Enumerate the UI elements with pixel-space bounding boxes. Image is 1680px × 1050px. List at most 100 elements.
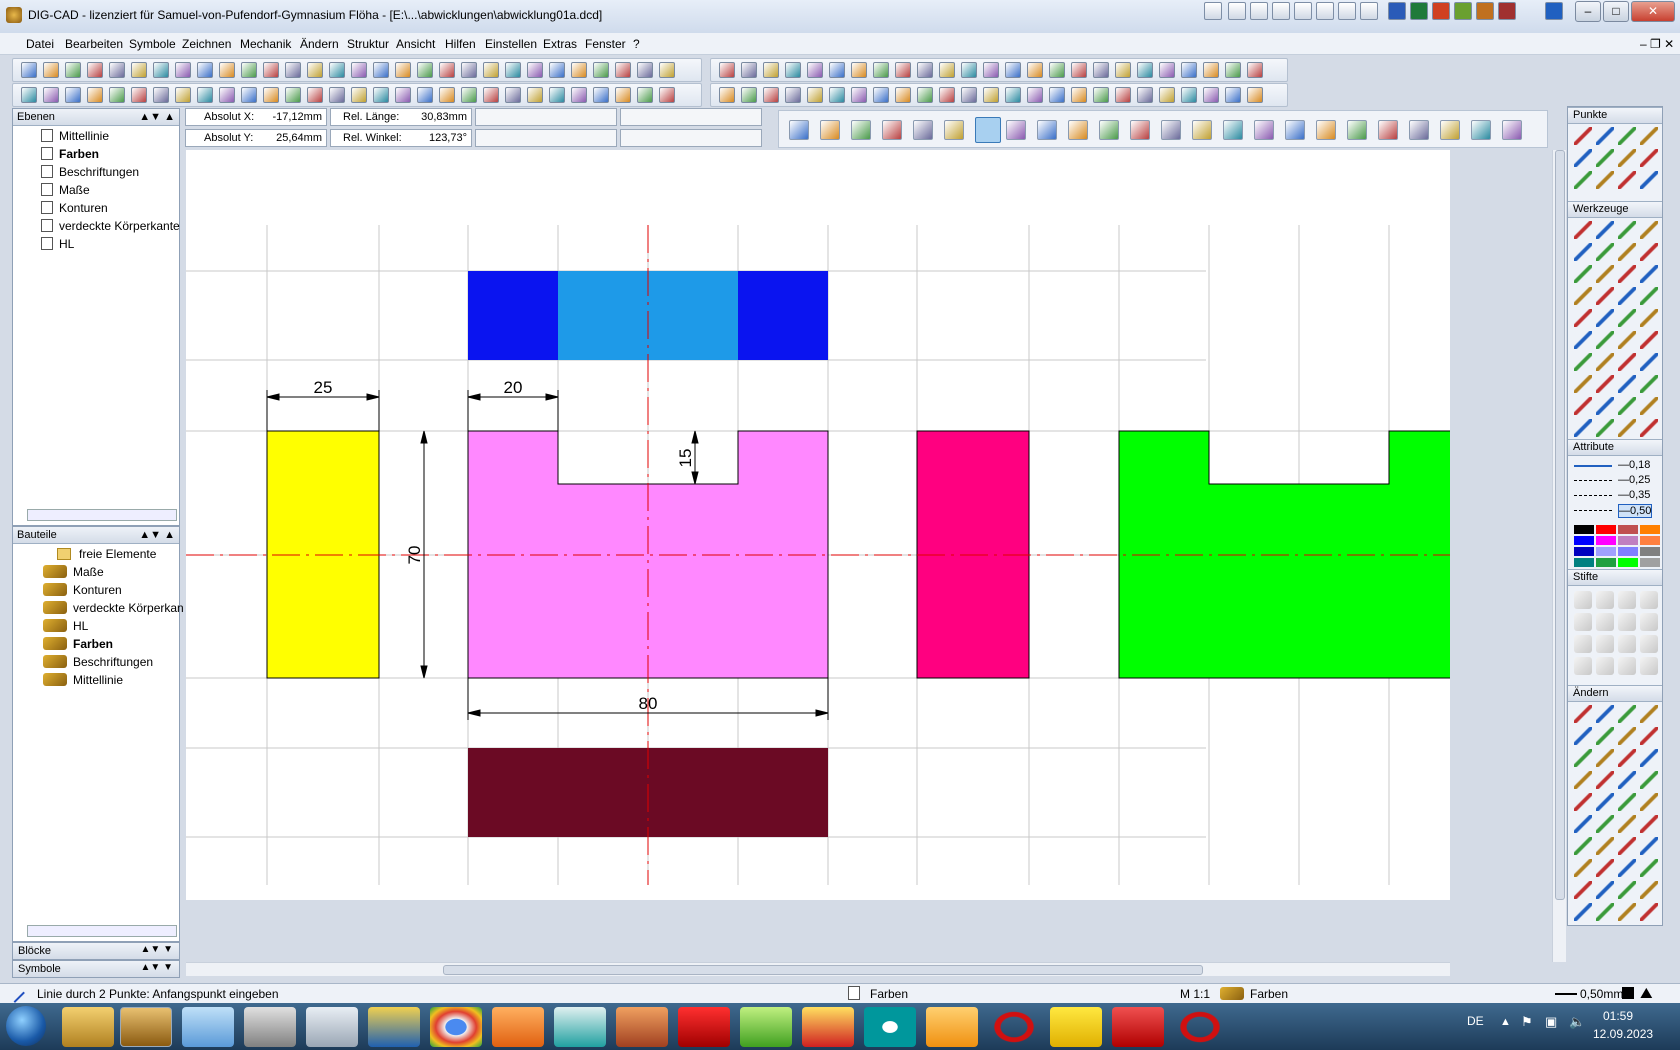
part-item[interactable]: freie Elemente — [43, 547, 156, 561]
tool-icon[interactable] — [1596, 353, 1614, 371]
tool-icon[interactable] — [1640, 793, 1658, 811]
toolbar-button[interactable] — [659, 62, 675, 78]
toolbar-button[interactable] — [395, 87, 411, 103]
line-style-option[interactable] — [1574, 465, 1612, 467]
drawing-tool-button[interactable] — [789, 120, 809, 140]
toolbar-button[interactable] — [1049, 62, 1065, 78]
color-swatch[interactable] — [1640, 558, 1660, 567]
tool-icon[interactable] — [1574, 171, 1592, 189]
tool-icon[interactable] — [1596, 793, 1614, 811]
menu-hilfen[interactable]: Hilfen — [445, 37, 476, 51]
taskbar-app-17[interactable] — [1050, 1007, 1102, 1047]
menu-symbole[interactable]: Symbole — [129, 37, 176, 51]
tool-icon[interactable] — [1574, 815, 1592, 833]
color-swatch[interactable] — [1640, 536, 1660, 545]
toolbar-button[interactable] — [1049, 87, 1065, 103]
toolbar-button[interactable] — [741, 62, 757, 78]
toolbar-button[interactable] — [785, 62, 801, 78]
menu-einstellen[interactable]: Einstellen — [485, 37, 537, 51]
part-item[interactable]: Konturen — [43, 583, 122, 597]
taskbar-acrobat[interactable] — [1112, 1007, 1164, 1047]
tool-icon[interactable] — [1596, 727, 1614, 745]
color-swatch[interactable] — [1618, 525, 1638, 534]
part-item[interactable]: Farben — [43, 637, 113, 651]
drawing-tool-button[interactable] — [1316, 120, 1336, 140]
tool-icon[interactable] — [1618, 837, 1636, 855]
toolbar-button[interactable] — [109, 87, 125, 103]
canvas-hscroll[interactable] — [186, 962, 1450, 976]
tool-icon[interactable] — [1596, 149, 1614, 167]
access-icon[interactable] — [1432, 2, 1450, 20]
parts-hscroll[interactable] — [27, 925, 177, 937]
symbole-panel[interactable]: Symbole ▲▼ ▼ — [12, 960, 180, 978]
drawing-canvas[interactable]: 25 20 15 70 80 — [186, 150, 1480, 900]
tool-icon[interactable] — [1618, 331, 1636, 349]
color-swatch[interactable] — [1574, 525, 1594, 534]
bloecke-panel[interactable]: Blöcke ▲▼ ▼ — [12, 942, 180, 960]
excel-icon[interactable] — [1410, 2, 1428, 20]
tool-icon[interactable] — [1574, 903, 1592, 921]
canvas-hscroll-thumb[interactable] — [443, 965, 1203, 975]
color-swatch[interactable] — [1618, 547, 1638, 556]
toolbar-button[interactable] — [1247, 87, 1263, 103]
tool-icon[interactable] — [1596, 375, 1614, 393]
toolbar-button[interactable] — [329, 87, 345, 103]
toolbar-button[interactable] — [241, 62, 257, 78]
color-swatch[interactable] — [1640, 525, 1660, 534]
canvas-vscroll[interactable] — [1552, 150, 1566, 962]
tool-icon[interactable] — [1574, 771, 1592, 789]
tray-icon-5[interactable] — [1316, 2, 1334, 20]
tool-icon[interactable] — [1640, 149, 1658, 167]
color-swatch[interactable] — [1596, 536, 1616, 545]
toolbar-button[interactable] — [505, 62, 521, 78]
tool-icon[interactable] — [1618, 149, 1636, 167]
drawing-tool-button[interactable] — [1037, 120, 1057, 140]
toolbar-button[interactable] — [719, 62, 735, 78]
taskbar-arduino[interactable] — [864, 1007, 916, 1047]
word-icon[interactable] — [1388, 2, 1406, 20]
taskbar-app-6[interactable] — [368, 1007, 420, 1047]
tray-icon-11[interactable] — [1545, 2, 1563, 20]
toolbar-button[interactable] — [175, 87, 191, 103]
punkte-header[interactable]: Punkte — [1568, 107, 1662, 124]
toolbar-button[interactable] — [549, 62, 565, 78]
toolbar-button[interactable] — [307, 87, 323, 103]
toolbar-button[interactable] — [741, 87, 757, 103]
toolbar-button[interactable] — [1115, 62, 1131, 78]
toolbar-button[interactable] — [483, 62, 499, 78]
clock-time[interactable]: 01:59 — [1603, 1009, 1633, 1023]
toolbar-button[interactable] — [439, 87, 455, 103]
pen-slot-icon[interactable] — [1574, 591, 1592, 609]
tool-icon[interactable] — [1596, 287, 1614, 305]
tool-icon[interactable] — [1596, 397, 1614, 415]
tool-icon[interactable] — [1596, 221, 1614, 239]
tool-icon[interactable] — [1640, 221, 1658, 239]
taskbar-digcad[interactable] — [120, 1007, 172, 1047]
toolbar-button[interactable] — [439, 62, 455, 78]
toolbar-button[interactable] — [917, 87, 933, 103]
toolbar-button[interactable] — [961, 62, 977, 78]
toolbar-button[interactable] — [961, 87, 977, 103]
color-swatch[interactable] — [1640, 547, 1660, 556]
tool-icon[interactable] — [1618, 265, 1636, 283]
tool-icon[interactable] — [1574, 837, 1592, 855]
drawing-tool-button[interactable] — [944, 120, 964, 140]
drawing-tool-button[interactable] — [1192, 120, 1212, 140]
toolbar-button[interactable] — [43, 87, 59, 103]
stifte-header[interactable]: Stifte — [1568, 569, 1662, 586]
toolbar-button[interactable] — [571, 62, 587, 78]
color-swatch[interactable] — [1574, 536, 1594, 545]
toolbar-button[interactable] — [153, 87, 169, 103]
tool-icon[interactable] — [1640, 859, 1658, 877]
toolbar-button[interactable] — [637, 62, 653, 78]
tool-icon[interactable] — [1574, 287, 1592, 305]
pen-slot-icon[interactable] — [1640, 613, 1658, 631]
input-field-1[interactable] — [475, 108, 617, 126]
tool-icon[interactable] — [1640, 837, 1658, 855]
taskbar-paint[interactable] — [616, 1007, 668, 1047]
menu-aendern[interactable]: Ändern — [300, 37, 339, 51]
taskbar-app-11[interactable] — [678, 1007, 730, 1047]
toolbar-button[interactable] — [285, 62, 301, 78]
menu-help[interactable]: ? — [633, 37, 640, 51]
pen-slot-icon[interactable] — [1596, 657, 1614, 675]
